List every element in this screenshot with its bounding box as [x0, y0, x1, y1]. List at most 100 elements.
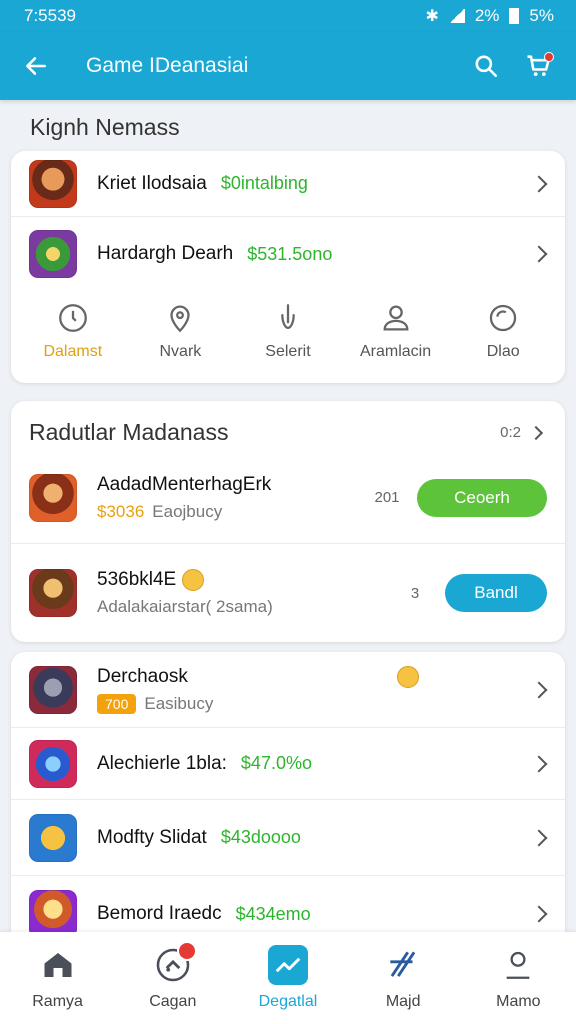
nav-item-majd[interactable]: Majd [353, 945, 453, 1011]
card-header: Radutlar Madanass 0:2 [11, 401, 565, 452]
status-signal: 5% [529, 6, 554, 25]
bluetooth-icon: ✱ [425, 8, 439, 25]
game-thumbnail [29, 665, 77, 714]
emoji-icon [181, 568, 204, 591]
quick-action-dalamst[interactable]: Dalamst [28, 301, 118, 361]
item-price: $43doooo [220, 827, 301, 847]
battery-icon [509, 8, 520, 24]
item-count: 201 [374, 489, 400, 506]
item-name: Kriet Ilodsaia [97, 172, 207, 194]
cart-button[interactable] [518, 46, 558, 86]
game-thumbnail [29, 890, 77, 938]
chevron-right-icon [530, 681, 548, 698]
quick-action-label: Selerit [265, 343, 311, 360]
quick-actions: Dalamst Nvark Selerit Aramlacin Dlao [11, 291, 565, 383]
card-title: Radutlar Madanass [29, 419, 229, 445]
section-title: Kignh Nemass [30, 114, 180, 140]
list-item[interactable]: Kriet Ilodsaia $0intalbing [11, 151, 565, 217]
search-icon [475, 55, 498, 78]
chat-bubble-icon [489, 304, 517, 332]
bottom-nav: Ramya Cagan Degatlal Majd Mamo [0, 932, 576, 1024]
clock-icon [58, 304, 87, 332]
item-sub: Eaojbucy [152, 501, 223, 521]
brand-icon [383, 945, 423, 985]
item-price: $47.0%o [240, 753, 312, 773]
action-button-green[interactable]: Ceoerh [417, 478, 547, 517]
quick-action-label: Nvark [159, 343, 202, 360]
price-chip: 700 [97, 693, 137, 714]
quick-action-dlao[interactable]: Dlao [458, 301, 548, 361]
nav-item-games[interactable]: Cagan [123, 941, 223, 1011]
item-name: Bemord Iraedc [97, 903, 222, 924]
item-title: AadadMenterhagErk [97, 473, 272, 495]
nav-label: Majd [385, 993, 421, 1010]
pin-icon [170, 305, 191, 333]
quick-action-label: Dlao [486, 343, 520, 360]
nav-item-home[interactable]: Ramya [8, 945, 108, 1011]
item-info: AadadMenterhagErk $3036 Eaojbucy [97, 474, 357, 522]
item-name: Derchaosk [97, 665, 188, 687]
status-bar: 7:5539 ✱ 2% 5% [0, 0, 576, 32]
item-count: 0:2 [500, 424, 521, 441]
featured-card: Kriet Ilodsaia $0intalbing Hardargh Dear… [11, 151, 565, 383]
item-name: Hardargh Dearh [97, 243, 234, 264]
quick-action-aramlacin[interactable]: Aramlacin [351, 301, 441, 361]
see-all-link[interactable]: 0:2 [500, 424, 544, 441]
nav-label: Cagan [149, 993, 197, 1010]
item-price: $0intalbing [220, 173, 308, 193]
list-item[interactable]: Hardargh Dearh $531.5ono [11, 217, 565, 291]
quick-action-nvark[interactable]: Nvark [135, 301, 225, 361]
back-button[interactable] [18, 48, 54, 84]
quick-action-selerit[interactable]: Selerit [243, 301, 333, 361]
item-name: Alechierle 1bla: [97, 752, 227, 774]
chevron-right-icon [530, 905, 548, 923]
game-thumbnail [29, 230, 77, 278]
nav-item-profile[interactable]: Mamo [468, 945, 568, 1011]
games-list-card: Derchaosk 700 Easibucy Alechierle 1bla: $… [11, 652, 565, 952]
profile-icon [498, 945, 538, 985]
chevron-right-icon [530, 755, 548, 772]
item-amount: $3036 [97, 501, 145, 521]
popular-card: Radutlar Madanass 0:2 AadadMenterhagErk … [11, 401, 565, 642]
item-subtitle: $3036 Eaojbucy [97, 502, 357, 522]
item-info: Derchaosk 700 Easibucy [97, 666, 213, 714]
hand-icon [281, 304, 295, 330]
list-item[interactable]: 536bkl4E Adalakaiarstar( 2sama) 3 Bandl [11, 544, 565, 642]
nav-label: Ramya [32, 993, 83, 1010]
quick-action-label: Aramlacin [360, 343, 432, 360]
item-info: 536bkl4E Adalakaiarstar( 2sama) [97, 568, 385, 617]
action-button-blue[interactable]: Bandl [445, 574, 547, 612]
list-item[interactable]: Alechierle 1bla: $47.0%o [11, 728, 565, 800]
status-battery-pct: 2% [474, 6, 500, 25]
search-button[interactable] [466, 46, 506, 86]
notification-dot [544, 52, 554, 62]
signal-icon [448, 9, 465, 23]
chevron-right-icon [530, 829, 548, 846]
nav-label: Mamo [496, 993, 541, 1010]
chevron-right-icon [530, 245, 548, 263]
list-item[interactable]: Modfty Slidat $43doooo [11, 800, 565, 876]
notification-badge [176, 941, 197, 961]
item-count: 3 [410, 584, 420, 602]
status-time: 7:5539 [24, 6, 76, 25]
nav-item-stats[interactable]: Degatlal [238, 945, 338, 1011]
item-price: $434emo [235, 903, 311, 924]
status-icons: ✱ 2% 5% [425, 6, 554, 26]
game-thumbnail [29, 739, 77, 788]
page-title: Game IDeanasiai [86, 54, 249, 77]
chevron-right-icon [528, 425, 544, 440]
item-name: Modfty Slidat [97, 826, 207, 848]
home-icon [38, 945, 78, 985]
item-price: $531.5ono [247, 243, 333, 264]
quick-action-label: Dalamst [43, 343, 103, 360]
item-title: 536bkl4E [97, 568, 385, 591]
list-item[interactable]: AadadMenterhagErk $3036 Eaojbucy 201 Ceoe… [11, 452, 565, 544]
game-thumbnail [29, 569, 77, 617]
list-item[interactable]: Derchaosk 700 Easibucy [11, 652, 565, 728]
game-thumbnail [29, 473, 77, 522]
chart-icon [267, 945, 308, 985]
item-sub: Adalakaiarstar( 2sama) [97, 597, 273, 616]
game-thumbnail [29, 159, 77, 208]
item-title-text: 536bkl4E [97, 569, 177, 590]
app-bar: Game IDeanasiai [0, 32, 576, 100]
